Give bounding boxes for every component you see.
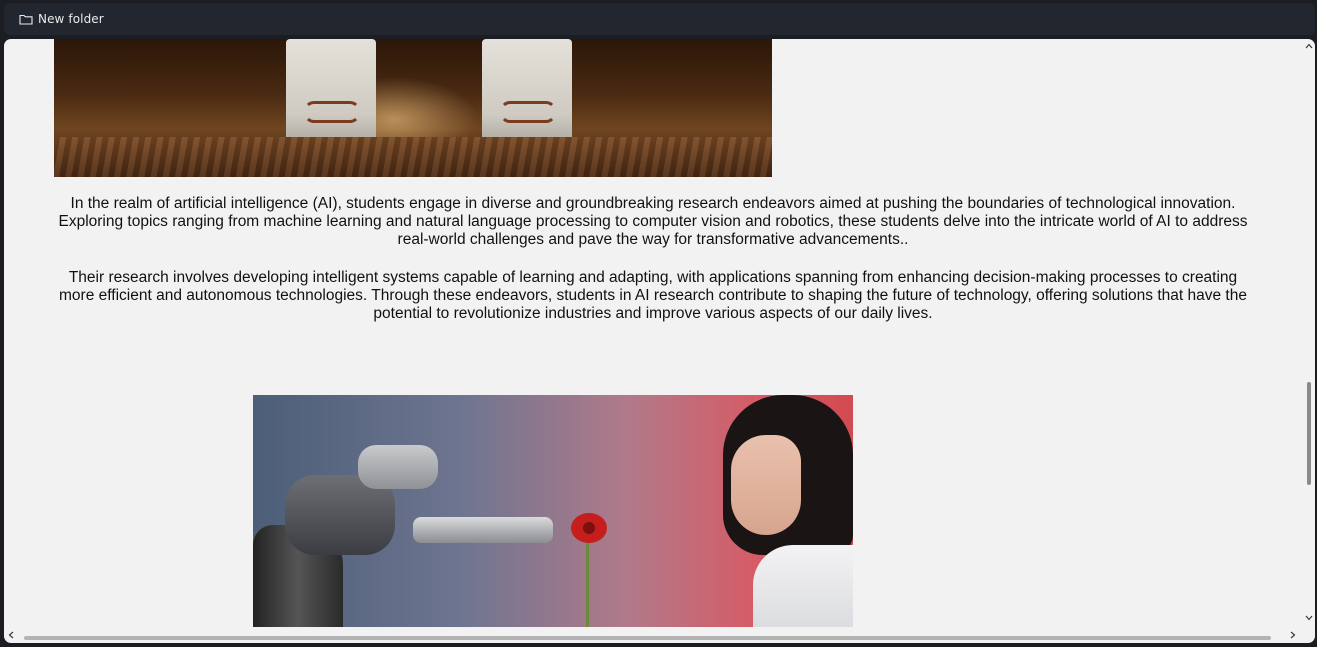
chevron-right-icon[interactable] (1288, 631, 1298, 643)
rocky-ground (54, 137, 772, 177)
article-paragraph-1: In the realm of artificial intelligence … (58, 195, 1248, 248)
robot-arm-gripper (413, 517, 553, 543)
page-viewport[interactable]: In the realm of artificial intelligence … (4, 39, 1315, 643)
flower-stem (586, 535, 589, 627)
robot-arm-head (358, 445, 438, 489)
chevron-down-icon[interactable] (1305, 613, 1313, 623)
robot-strap (304, 101, 360, 123)
horizontal-scrollbar[interactable] (4, 631, 1301, 643)
article-paragraph-2: Their research involves developing intel… (59, 269, 1247, 322)
robot-strap (500, 101, 556, 123)
chevron-left-icon[interactable] (6, 631, 16, 643)
robot-arm-flower-image (253, 395, 853, 627)
robot-leg-left (286, 39, 376, 147)
window-title: New folder (38, 12, 104, 26)
vertical-scrollbar[interactable] (1303, 39, 1315, 643)
horizontal-scroll-thumb[interactable] (24, 636, 1271, 640)
folder-icon (19, 12, 33, 26)
red-flower (571, 513, 607, 543)
article-text: In the realm of artificial intelligence … (54, 195, 1252, 343)
window-titlebar: New folder (4, 3, 1315, 35)
woman-shirt (753, 545, 853, 627)
robot-leg-right (482, 39, 572, 147)
robot-legs-image (54, 39, 772, 177)
vertical-scroll-thumb[interactable] (1307, 382, 1311, 485)
chevron-up-icon[interactable] (1305, 41, 1313, 51)
woman-face (731, 435, 801, 535)
